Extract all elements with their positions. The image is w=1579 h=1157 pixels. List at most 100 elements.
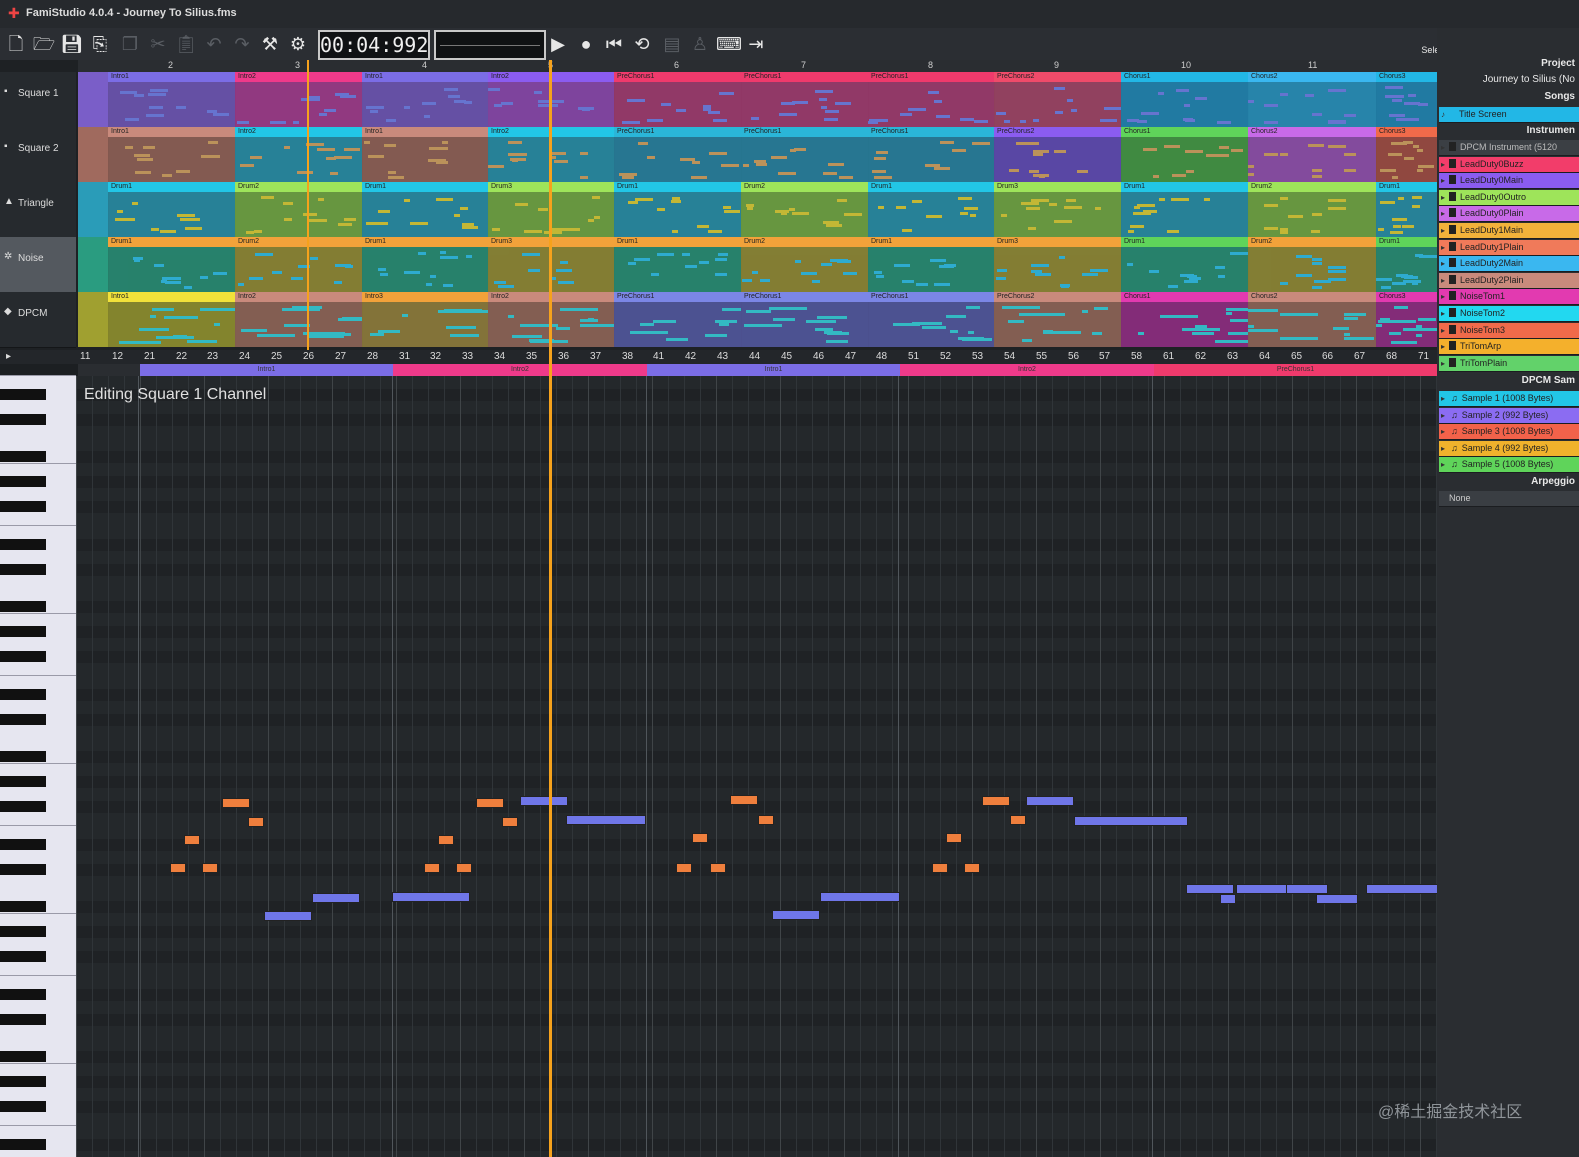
instrument-item[interactable]: ▸ LeadDuty1Plain bbox=[1439, 239, 1579, 256]
pattern-block[interactable]: Drum1 bbox=[614, 237, 742, 292]
note-blue[interactable] bbox=[1236, 884, 1288, 894]
note-blue[interactable] bbox=[392, 892, 470, 902]
pattern-block[interactable]: Intro2 bbox=[235, 72, 363, 127]
track-noise[interactable]: ✲ Noise bbox=[0, 237, 76, 293]
qwerty-icon[interactable]: ⌨ bbox=[716, 32, 742, 56]
pattern-stub[interactable] bbox=[78, 292, 109, 347]
note-orange[interactable] bbox=[170, 863, 186, 873]
expand-arrow-icon[interactable]: ▸ bbox=[1441, 256, 1445, 271]
instrument-item[interactable]: ▸ NoiseTom3 bbox=[1439, 322, 1579, 339]
piano-keyboard[interactable] bbox=[0, 375, 76, 1157]
pattern-block[interactable]: Drum2 bbox=[235, 182, 363, 237]
note-orange[interactable] bbox=[964, 863, 980, 873]
note-orange[interactable] bbox=[438, 835, 454, 845]
expand-arrow-icon[interactable]: ▸ bbox=[1441, 441, 1445, 456]
track-triangle[interactable]: ▲ Triangle bbox=[0, 182, 76, 238]
strip-pattern[interactable]: Intro2 bbox=[900, 364, 1155, 376]
pattern-block[interactable]: PreChorus2 bbox=[994, 127, 1122, 182]
pattern-stub[interactable] bbox=[78, 237, 109, 292]
piano-black-key[interactable] bbox=[0, 1139, 46, 1150]
pattern-block[interactable]: Chorus2 bbox=[1248, 292, 1377, 347]
expand-arrow-icon[interactable]: ▸ bbox=[1441, 273, 1445, 288]
pattern-strip[interactable]: Intro1 Intro2 Intro1 Intro2 PreChorus1 bbox=[78, 364, 1438, 376]
settings-icon[interactable]: ⚙ bbox=[286, 32, 310, 56]
note-orange[interactable] bbox=[1010, 815, 1026, 825]
transform-icon[interactable]: ⚒ bbox=[258, 32, 282, 56]
piano-black-key[interactable] bbox=[0, 839, 46, 850]
piano-black-key[interactable] bbox=[0, 389, 46, 400]
expand-arrow-icon[interactable]: ▸ bbox=[1441, 157, 1445, 172]
piano-black-key[interactable] bbox=[0, 451, 46, 462]
instrument-item[interactable]: ▸ LeadDuty0Plain bbox=[1439, 206, 1579, 223]
pattern-block[interactable]: Intro1 bbox=[108, 127, 236, 182]
paste-icon[interactable]: 📋︎ bbox=[174, 32, 198, 56]
piano-black-key[interactable] bbox=[0, 476, 46, 487]
pattern-block[interactable]: PreChorus2 bbox=[994, 72, 1122, 127]
piano-black-key[interactable] bbox=[0, 601, 46, 612]
note-blue[interactable] bbox=[1026, 796, 1074, 806]
note-orange[interactable] bbox=[476, 798, 504, 808]
strip-pattern[interactable]: Intro1 bbox=[647, 364, 901, 376]
instrument-item[interactable]: ▸ NoiseTom2 bbox=[1439, 306, 1579, 322]
piano-black-key[interactable] bbox=[0, 689, 46, 700]
piano-black-key[interactable] bbox=[0, 1076, 46, 1087]
project-name[interactable]: Journey to Silius (No bbox=[1437, 72, 1579, 88]
expand-arrow-icon[interactable]: ▸ bbox=[1441, 289, 1445, 304]
pattern-block[interactable]: Chorus3 bbox=[1376, 292, 1438, 347]
cut-icon[interactable]: ✂ bbox=[146, 32, 170, 56]
instrument-item[interactable]: ▸ LeadDuty0Main bbox=[1439, 173, 1579, 190]
pattern-block[interactable]: PreChorus1 bbox=[614, 292, 742, 347]
expand-arrow-icon[interactable]: ▸ bbox=[1441, 408, 1445, 423]
pattern-block[interactable]: Drum2 bbox=[741, 182, 869, 237]
note-orange[interactable] bbox=[676, 863, 692, 873]
rewind-icon[interactable]: ⏮ bbox=[602, 32, 626, 56]
ruler-play-icon[interactable]: ▸ bbox=[6, 351, 11, 362]
pattern-block[interactable]: PreChorus1 bbox=[614, 127, 742, 182]
note-blue[interactable] bbox=[520, 796, 568, 806]
copy-icon[interactable]: ❐ bbox=[118, 32, 142, 56]
pattern-block[interactable]: PreChorus1 bbox=[868, 127, 995, 182]
expand-arrow-icon[interactable]: ▸ bbox=[1441, 323, 1445, 338]
note-blue[interactable] bbox=[264, 911, 312, 921]
open-file-icon[interactable]: 🗁 bbox=[32, 32, 56, 56]
pattern-stub[interactable] bbox=[78, 182, 109, 237]
note-orange[interactable] bbox=[758, 815, 774, 825]
instrument-item[interactable]: ▸ LeadDuty2Plain bbox=[1439, 272, 1579, 289]
pattern-block[interactable]: Chorus3 bbox=[1376, 127, 1438, 182]
pattern-block[interactable]: Intro3 bbox=[362, 292, 489, 347]
piano-black-key[interactable] bbox=[0, 751, 46, 762]
sequencer-playhead[interactable] bbox=[307, 60, 309, 350]
piano-black-key[interactable] bbox=[0, 951, 46, 962]
pattern-block[interactable]: PreChorus1 bbox=[868, 72, 995, 127]
expand-arrow-icon[interactable]: ▸ bbox=[1441, 306, 1445, 321]
instrument-item[interactable]: ▸ TriTomArp bbox=[1439, 339, 1579, 356]
expand-arrow-icon[interactable]: ▸ bbox=[1441, 173, 1445, 188]
dpcm-sample-item[interactable]: ▸ ♫ Sample 3 (1008 Bytes) bbox=[1439, 424, 1579, 441]
pattern-block[interactable]: Drum1 bbox=[1376, 237, 1438, 292]
note-orange[interactable] bbox=[222, 798, 250, 808]
record-icon[interactable]: ● bbox=[574, 32, 598, 56]
note-orange[interactable] bbox=[248, 817, 264, 827]
piano-roll[interactable]: Editing Square 1 Channel bbox=[76, 376, 1437, 1157]
pattern-block[interactable]: Chorus1 bbox=[1121, 127, 1249, 182]
piano-black-key[interactable] bbox=[0, 926, 46, 937]
note-blue[interactable] bbox=[1220, 894, 1236, 904]
piano-roll-ruler[interactable]: ▸ 11 12 21 22 23 24 25 26 27 28 31 32 33 34 35 36 37 38 41 4… bbox=[0, 350, 1437, 364]
note-orange[interactable] bbox=[946, 833, 962, 843]
instrument-item[interactable]: ▸ DPCM Instrument (5120 bbox=[1439, 140, 1579, 156]
pattern-block[interactable]: Drum1 bbox=[868, 182, 995, 237]
pattern-block[interactable]: Drum1 bbox=[362, 237, 489, 292]
expand-arrow-icon[interactable]: ▸ bbox=[1441, 424, 1445, 439]
piano-black-key[interactable] bbox=[0, 714, 46, 725]
piano-black-key[interactable] bbox=[0, 501, 46, 512]
pattern-block[interactable]: Drum3 bbox=[994, 237, 1122, 292]
loop-icon[interactable]: ⟲ bbox=[630, 32, 654, 56]
note-orange[interactable] bbox=[932, 863, 948, 873]
pattern-block[interactable]: Drum1 bbox=[1376, 182, 1438, 237]
piano-black-key[interactable] bbox=[0, 864, 46, 875]
note-blue[interactable] bbox=[1186, 884, 1234, 894]
note-blue[interactable] bbox=[312, 893, 360, 903]
piano-black-key[interactable] bbox=[0, 801, 46, 812]
pattern-block[interactable]: Chorus2 bbox=[1248, 72, 1377, 127]
piano-black-key[interactable] bbox=[0, 1014, 46, 1025]
